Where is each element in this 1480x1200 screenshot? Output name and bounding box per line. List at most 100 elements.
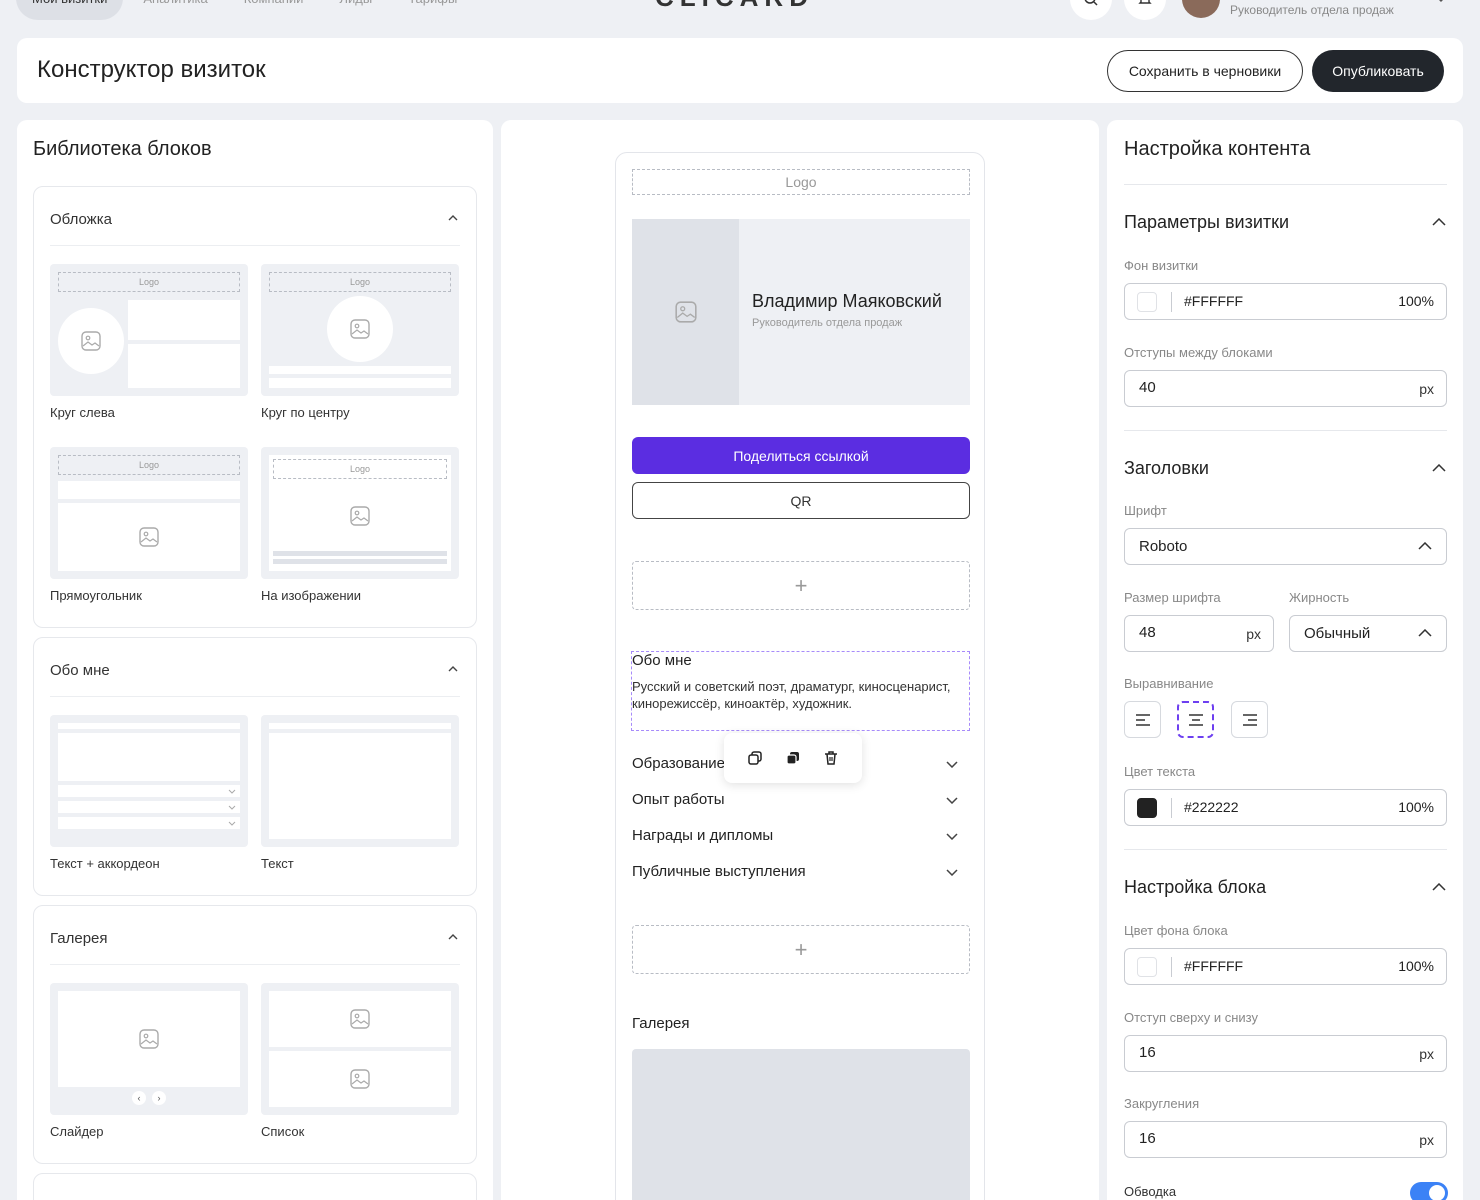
unit-label: px [1246, 626, 1261, 642]
card-bg-color-field[interactable]: #FFFFFF 100% [1124, 283, 1447, 320]
align-center-button[interactable] [1177, 701, 1214, 738]
gallery-image-placeholder[interactable] [632, 1049, 970, 1200]
font-weight-select[interactable]: Обычный [1289, 615, 1447, 652]
template-on-image[interactable]: Logo [261, 447, 459, 579]
notifications-button[interactable] [1124, 0, 1166, 20]
chevron-up-icon[interactable] [448, 213, 458, 223]
chevron-up-icon [1418, 629, 1432, 637]
field-label: Обводка [1124, 1184, 1177, 1199]
about-block[interactable]: Обо мне Русский и советский поэт, драмат… [631, 651, 970, 731]
tab-my-cards[interactable]: Мои визитки [16, 0, 124, 20]
block-bg-color-field[interactable]: #FFFFFF 100% [1124, 948, 1447, 985]
template-list[interactable] [261, 983, 459, 1115]
divider [50, 696, 460, 697]
block-radius-field[interactable]: px [1124, 1121, 1447, 1158]
template-slider[interactable]: ‹ › [50, 983, 248, 1115]
logo-placeholder[interactable]: Logo [632, 169, 970, 195]
block-padding-input[interactable] [1139, 1044, 1339, 1061]
gallery-title: Галерея [632, 1015, 690, 1032]
font-value: Roboto [1139, 538, 1188, 555]
color-swatch[interactable] [1137, 292, 1157, 312]
chevron-down-icon [228, 821, 236, 826]
section-title[interactable]: Обложка [50, 211, 112, 228]
tab-leads[interactable]: Лиды [323, 0, 388, 20]
copy-icon[interactable] [746, 749, 764, 767]
add-block-button[interactable]: + [632, 925, 970, 974]
align-left-button[interactable] [1124, 701, 1161, 738]
content-placeholder [128, 300, 240, 340]
unit-label: px [1419, 1132, 1434, 1148]
section-card-params[interactable]: Параметры визитки [1124, 212, 1289, 233]
template-text[interactable] [261, 715, 459, 847]
block-gap-field[interactable]: px [1124, 370, 1447, 407]
template-label: Круг по центру [261, 405, 350, 420]
divider [50, 964, 460, 965]
accordion-item[interactable]: Опыт работы [632, 791, 970, 815]
preview-panel: Logo Владимир Маяковский Руководитель от… [501, 120, 1099, 1200]
color-swatch[interactable] [1137, 957, 1157, 977]
add-block-button[interactable]: + [632, 561, 970, 610]
section-block-settings[interactable]: Настройка блока [1124, 877, 1266, 898]
share-link-button[interactable]: Поделиться ссылкой [632, 437, 970, 474]
search-button[interactable] [1070, 0, 1112, 20]
publish-button[interactable]: Опубликовать [1312, 50, 1444, 92]
accordion-placeholder [58, 785, 240, 797]
content-placeholder [269, 378, 451, 388]
template-rectangle[interactable]: Logo [50, 447, 248, 579]
profile-role: Руководитель отдела продаж [752, 317, 903, 329]
chevron-up-icon[interactable] [1432, 883, 1446, 891]
cover-block[interactable]: Владимир Маяковский Руководитель отдела … [632, 219, 970, 405]
tab-analytics[interactable]: Аналитика [127, 0, 223, 20]
block-toolbar [724, 733, 862, 783]
font-size-input[interactable] [1139, 624, 1219, 641]
block-gap-input[interactable] [1139, 379, 1339, 396]
section-title[interactable]: Галерея [50, 930, 108, 947]
image-placeholder [269, 1051, 451, 1107]
block-padding-field[interactable]: px [1124, 1035, 1447, 1072]
chevron-up-icon[interactable] [448, 932, 458, 942]
align-right-button[interactable] [1231, 701, 1268, 738]
color-hex: #FFFFFF [1184, 958, 1244, 974]
chevron-up-icon[interactable] [1432, 218, 1446, 226]
color-swatch[interactable] [1137, 798, 1157, 818]
tab-tariffs[interactable]: Тарифы [392, 0, 473, 20]
save-draft-button[interactable]: Сохранить в черновики [1107, 50, 1303, 92]
chevron-up-icon[interactable] [448, 664, 458, 674]
accordion-placeholder [58, 817, 240, 829]
template-label: Текст + аккордеон [50, 856, 160, 871]
template-text-accordion[interactable] [50, 715, 248, 847]
block-radius-input[interactable] [1139, 1130, 1339, 1147]
avatar[interactable] [1182, 0, 1220, 18]
font-size-field[interactable]: px [1124, 615, 1274, 652]
library-section-more [33, 1173, 477, 1200]
image-icon [350, 506, 370, 526]
accordion-item[interactable]: Публичные выступления [632, 863, 970, 887]
field-label: Жирность [1289, 590, 1350, 605]
section-headings[interactable]: Заголовки [1124, 458, 1209, 479]
chevron-down-icon[interactable] [1436, 0, 1446, 2]
template-label: Слайдер [50, 1124, 104, 1139]
section-title[interactable]: Обо мне [50, 662, 110, 679]
template-circle-left[interactable]: Logo [50, 264, 248, 396]
accordion-item[interactable]: Награды и дипломы [632, 827, 970, 851]
trash-icon[interactable] [822, 749, 840, 767]
content-placeholder [58, 481, 240, 499]
text-color-field[interactable]: #222222 100% [1124, 789, 1447, 826]
duplicate-icon[interactable] [784, 749, 802, 767]
qr-button[interactable]: QR [632, 482, 970, 519]
template-label: Текст [261, 856, 294, 871]
nav-tabs: Мои визитки Аналитика Компании Лиды Тари… [16, 0, 473, 20]
image-icon [350, 319, 370, 339]
content-placeholder [273, 559, 447, 564]
template-circle-center[interactable]: Logo [261, 264, 459, 396]
chevron-down-icon [946, 833, 958, 840]
logo-placeholder: Logo [269, 272, 451, 292]
image-placeholder [58, 503, 240, 571]
image-icon [350, 1009, 370, 1029]
tab-companies[interactable]: Компании [228, 0, 320, 20]
content-placeholder [269, 733, 451, 839]
border-toggle[interactable] [1410, 1182, 1448, 1200]
chevron-up-icon[interactable] [1432, 464, 1446, 472]
font-select[interactable]: Roboto [1124, 528, 1447, 565]
block-library-panel: Библиотека блоков Обложка Logo Круг слев… [17, 120, 493, 1200]
